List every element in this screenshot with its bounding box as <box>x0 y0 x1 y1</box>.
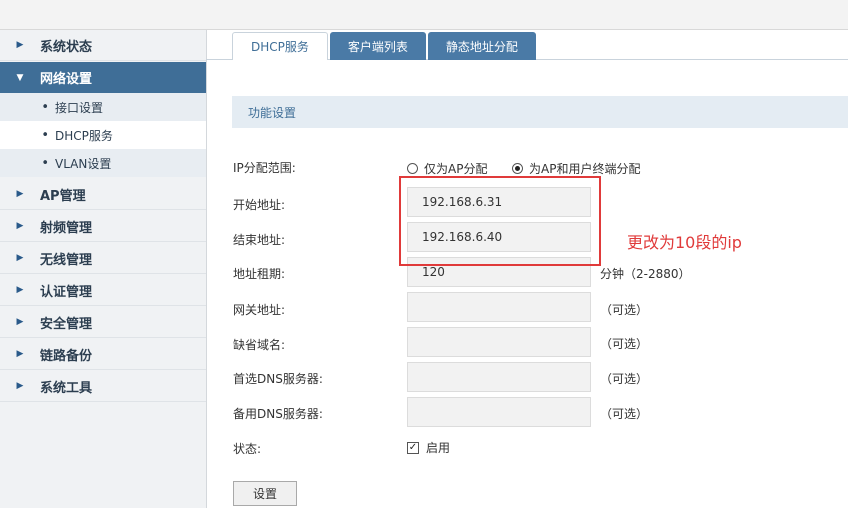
start-address-label: 开始地址: <box>233 198 286 212</box>
chevron-right-icon: ▶ <box>16 349 24 359</box>
chevron-down-icon: ▼ <box>16 72 24 83</box>
chevron-right-icon: ▶ <box>16 381 24 391</box>
chevron-right-icon: ▶ <box>16 40 24 50</box>
sidebar-subitem-label: 接口设置 <box>55 100 104 115</box>
chevron-right-icon: ▶ <box>16 253 24 263</box>
domain-hint: （可选） <box>600 337 649 351</box>
radio-circle-icon <box>407 163 418 174</box>
section-header: 功能设置 <box>232 96 848 128</box>
gateway-hint: （可选） <box>600 303 649 317</box>
sidebar-subitem-label: VLAN设置 <box>55 156 112 171</box>
sidebar-item-label: 射频管理 <box>40 220 93 236</box>
sidebar-item-link-backup[interactable]: ▶ 链路备份 <box>0 339 206 370</box>
enable-checkbox[interactable]: ✓ 启用 <box>407 439 450 456</box>
end-address-label: 结束地址: <box>233 233 286 247</box>
tab-client-list[interactable]: 客户端列表 <box>329 32 426 60</box>
annotation-text: 更改为10段的ip <box>627 233 742 252</box>
domain-field[interactable] <box>407 327 591 357</box>
sidebar-item-label: 网络设置 <box>40 72 93 87</box>
chevron-right-icon: ▶ <box>16 189 24 199</box>
sidebar-subitem-dhcp[interactable]: • DHCP服务 <box>0 121 206 149</box>
save-button[interactable]: 设置 <box>233 481 297 506</box>
status-label: 状态: <box>233 442 262 456</box>
sidebar-item-network-settings[interactable]: ▼ 网络设置 <box>0 62 206 93</box>
sidebar-item-system-status[interactable]: ▶ 系统状态 <box>0 30 206 61</box>
checkbox-checked-icon: ✓ <box>407 441 419 454</box>
checkbox-label: 启用 <box>426 441 451 455</box>
sidebar: ▶ 系统状态 ▼ 网络设置 • 接口设置 • DHCP服务 • VLAN设置 ▶… <box>0 30 207 508</box>
domain-label: 缺省域名: <box>233 338 286 352</box>
chevron-right-icon: ▶ <box>16 285 24 295</box>
sidebar-item-label: AP管理 <box>40 188 86 204</box>
tab-dhcp-service[interactable]: DHCP服务 <box>232 32 328 60</box>
sidebar-item-label: 安全管理 <box>40 316 93 332</box>
radio-label: 为AP和用户终端分配 <box>529 162 641 176</box>
gateway-label: 网关地址: <box>233 303 286 317</box>
gateway-field[interactable] <box>407 292 591 322</box>
bullet-icon: • <box>41 155 49 171</box>
dns1-field[interactable] <box>407 362 591 392</box>
section-title: 功能设置 <box>248 105 297 120</box>
dns2-field[interactable] <box>407 397 591 427</box>
radio-ap-and-clients[interactable]: 为AP和用户终端分配 <box>512 160 640 177</box>
sidebar-item-label: 认证管理 <box>40 284 93 300</box>
lease-label: 地址租期: <box>233 267 286 281</box>
sidebar-subitem-vlan[interactable]: • VLAN设置 <box>0 149 206 177</box>
radio-selected-icon <box>512 163 523 174</box>
dns2-label: 备用DNS服务器: <box>233 407 323 421</box>
sidebar-item-ap-management[interactable]: ▶ AP管理 <box>0 179 206 210</box>
tab-bar: DHCP服务 客户端列表 静态地址分配 <box>232 32 538 60</box>
annotation-highlight-box <box>399 176 601 266</box>
radio-label: 仅为AP分配 <box>424 162 488 176</box>
dns1-hint: （可选） <box>600 372 649 386</box>
sidebar-item-system-tools[interactable]: ▶ 系统工具 <box>0 371 206 402</box>
chevron-right-icon: ▶ <box>16 317 24 327</box>
sidebar-item-auth-management[interactable]: ▶ 认证管理 <box>0 275 206 306</box>
dns2-hint: （可选） <box>600 407 649 421</box>
ip-range-label: IP分配范围: <box>233 161 296 175</box>
sidebar-item-label: 链路备份 <box>40 348 93 364</box>
tab-static-address[interactable]: 静态地址分配 <box>427 32 536 60</box>
chevron-right-icon: ▶ <box>16 221 24 231</box>
bullet-icon: • <box>41 99 49 115</box>
sidebar-item-label: 系统工具 <box>40 380 93 396</box>
sidebar-item-wireless-management[interactable]: ▶ 无线管理 <box>0 243 206 274</box>
sidebar-item-security-management[interactable]: ▶ 安全管理 <box>0 307 206 338</box>
sidebar-item-label: 系统状态 <box>40 39 93 55</box>
sidebar-subitem-interface[interactable]: • 接口设置 <box>0 93 206 121</box>
lease-hint: 分钟（2-2880） <box>600 267 691 281</box>
sidebar-item-radio-management[interactable]: ▶ 射频管理 <box>0 211 206 242</box>
sidebar-subitem-label: DHCP服务 <box>55 128 113 143</box>
radio-ap-only[interactable]: 仅为AP分配 <box>407 160 487 177</box>
dns1-label: 首选DNS服务器: <box>233 372 323 386</box>
top-bar <box>0 0 848 30</box>
bullet-icon: • <box>41 127 49 143</box>
sidebar-item-label: 无线管理 <box>40 252 93 268</box>
